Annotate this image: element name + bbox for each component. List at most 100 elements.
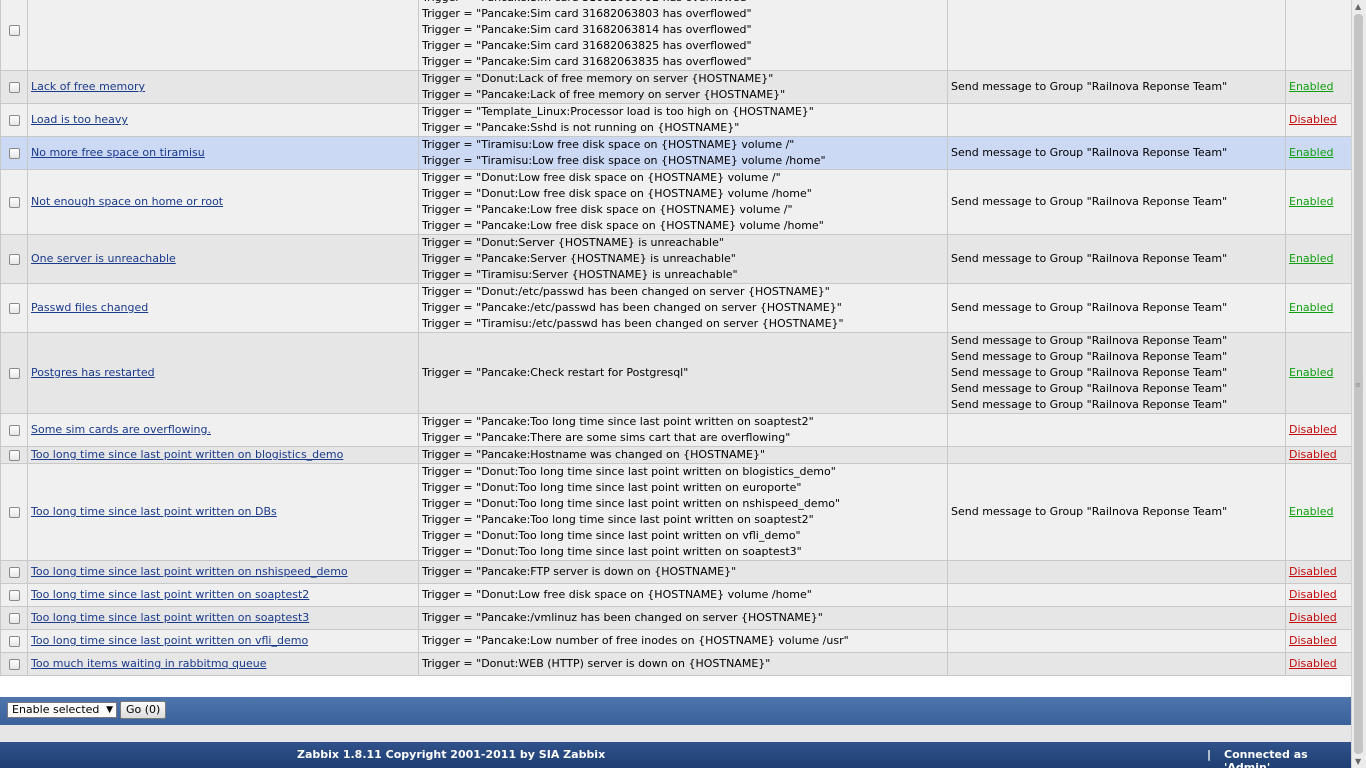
status-disabled-link[interactable]: Disabled — [1289, 634, 1337, 647]
status-disabled-link[interactable]: Disabled — [1289, 448, 1337, 461]
footer-spacer — [0, 725, 1351, 742]
action-name-link[interactable]: Too long time since last point written o… — [31, 634, 308, 647]
row-select-cell — [0, 413, 28, 447]
action-name-cell: One server is unreachable — [27, 234, 419, 284]
operations-cell: Send message to Group "Railnova Reponse … — [947, 234, 1286, 284]
condition-text: Trigger = "Tiramisu:Low free disk space … — [422, 154, 826, 167]
condition-text: Trigger = "Pancake:Too long time since l… — [422, 415, 814, 428]
status-enabled-link[interactable]: Enabled — [1289, 366, 1333, 379]
status-enabled-link[interactable]: Enabled — [1289, 80, 1333, 93]
vertical-scrollbar[interactable]: ▲ ≡ ▼ — [1351, 0, 1366, 768]
status-disabled-link[interactable]: Disabled — [1289, 423, 1337, 436]
operations-cell — [947, 413, 1286, 447]
status-enabled-link[interactable]: Enabled — [1289, 195, 1333, 208]
action-name-cell: Too long time since last point written o… — [27, 560, 419, 584]
status-cell: Enabled — [1285, 169, 1351, 235]
action-name-link[interactable]: Too long time since last point written o… — [31, 505, 277, 518]
row-select-checkbox[interactable] — [8, 24, 20, 36]
action-name-link[interactable]: Some sim cards are overflowing. — [31, 423, 211, 436]
row-select-checkbox[interactable] — [8, 253, 20, 265]
action-name-cell: Passwd files changed — [27, 283, 419, 333]
condition-text: Trigger = "Pancake:There are some sims c… — [422, 431, 791, 444]
row-select-checkbox[interactable] — [8, 635, 20, 647]
row-select-checkbox[interactable] — [8, 612, 20, 624]
row-select-checkbox[interactable] — [8, 566, 20, 578]
row-select-checkbox[interactable] — [8, 114, 20, 126]
status-cell: Enabled — [1285, 136, 1351, 170]
action-row: One server is unreachable Trigger = "Donu… — [0, 234, 1351, 284]
row-select-checkbox[interactable] — [8, 302, 20, 314]
status-enabled-link[interactable]: Enabled — [1289, 301, 1333, 314]
condition-text: Trigger = "Donut:Too long time since las… — [422, 529, 801, 542]
scrollbar-thumb[interactable]: ≡ — [1354, 14, 1363, 754]
row-select-checkbox[interactable] — [8, 589, 20, 601]
action-name-cell: Too much items waiting in rabbitmq queue — [27, 652, 419, 676]
action-name-link[interactable]: Load is too heavy — [31, 113, 128, 126]
condition-text: Trigger = "Donut:/etc/passwd has been ch… — [422, 285, 830, 298]
row-select-checkbox[interactable] — [8, 658, 20, 670]
status-disabled-link[interactable]: Disabled — [1289, 657, 1337, 670]
scroll-down-arrow-icon[interactable]: ▼ — [1355, 757, 1361, 766]
condition-text: Trigger = "Pancake:Sim card 31682063825 … — [422, 39, 752, 52]
row-select-cell — [0, 560, 28, 584]
conditions-cell: Trigger = "Donut:Low free disk space on … — [418, 169, 948, 235]
condition-text: Trigger = "Pancake:Low free disk space o… — [422, 203, 793, 216]
row-select-checkbox[interactable] — [8, 424, 20, 436]
status-cell — [1285, 0, 1351, 71]
row-select-checkbox[interactable] — [8, 506, 20, 518]
row-select-cell — [0, 463, 28, 561]
scroll-up-arrow-icon[interactable]: ▲ — [1355, 2, 1361, 11]
condition-text: Trigger = "Donut:Server {HOSTNAME} is un… — [422, 236, 724, 249]
condition-text: Trigger = "Donut:WEB (HTTP) server is do… — [422, 657, 771, 670]
row-select-cell — [0, 136, 28, 170]
connected-as-text: Connected as 'Admin' — [1224, 748, 1308, 768]
mass-action-select[interactable]: Enable selected ▼ — [7, 702, 117, 718]
action-name-link[interactable]: Too long time since last point written o… — [31, 611, 309, 624]
row-select-cell — [0, 446, 28, 464]
action-name-link[interactable]: Too long time since last point written o… — [31, 588, 309, 601]
condition-text: Trigger = "Pancake:/vmlinuz has been cha… — [422, 611, 823, 624]
row-select-cell — [0, 70, 28, 104]
action-name-link[interactable]: Not enough space on home or root — [31, 195, 223, 208]
operations-cell — [947, 606, 1286, 630]
status-cell: Disabled — [1285, 446, 1351, 464]
mass-action-bar: Enable selected ▼ Go (0) — [0, 697, 1351, 725]
row-select-checkbox[interactable] — [8, 147, 20, 159]
action-name-link[interactable]: One server is unreachable — [31, 252, 176, 265]
action-name-link[interactable]: Too long time since last point written o… — [31, 565, 348, 578]
action-name-link[interactable]: Postgres has restarted — [31, 366, 155, 379]
status-disabled-link[interactable]: Disabled — [1289, 565, 1337, 578]
go-button[interactable]: Go (0) — [120, 701, 167, 719]
condition-text: Trigger = "Template_Linux:Processor load… — [422, 105, 814, 118]
status-enabled-link[interactable]: Enabled — [1289, 146, 1333, 159]
row-select-cell — [0, 629, 28, 653]
status-cell: Enabled — [1285, 234, 1351, 284]
action-name-cell: Postgres has restarted — [27, 332, 419, 414]
operation-text: Send message to Group "Railnova Reponse … — [951, 398, 1228, 411]
action-name-link[interactable]: Too long time since last point written o… — [31, 448, 343, 461]
action-name-link[interactable]: Too much items waiting in rabbitmq queue — [31, 657, 266, 670]
status-disabled-link[interactable]: Disabled — [1289, 611, 1337, 624]
conditions-cell: Trigger = "Template_Linux:Processor load… — [418, 103, 948, 137]
status-enabled-link[interactable]: Enabled — [1289, 252, 1333, 265]
action-row: Not enough space on home or root Trigger … — [0, 169, 1351, 235]
action-name-link[interactable]: Lack of free memory — [31, 80, 145, 93]
row-select-checkbox[interactable] — [8, 449, 20, 461]
action-row: Passwd files changed Trigger = "Donut:/et… — [0, 283, 1351, 333]
row-select-checkbox[interactable] — [8, 367, 20, 379]
status-enabled-link[interactable]: Enabled — [1289, 505, 1333, 518]
action-name-cell: Too long time since last point written o… — [27, 606, 419, 630]
operation-text: Send message to Group "Railnova Reponse … — [951, 80, 1228, 93]
row-select-cell — [0, 652, 28, 676]
action-row: Postgres has restarted Trigger = "Pancake… — [0, 332, 1351, 414]
row-select-checkbox[interactable] — [8, 196, 20, 208]
row-select-checkbox[interactable] — [8, 81, 20, 93]
operation-text: Send message to Group "Railnova Reponse … — [951, 146, 1228, 159]
status-disabled-link[interactable]: Disabled — [1289, 113, 1337, 126]
status-cell: Enabled — [1285, 283, 1351, 333]
status-disabled-link[interactable]: Disabled — [1289, 588, 1337, 601]
action-name-link[interactable]: No more free space on tiramisu — [31, 146, 205, 159]
action-name-link[interactable]: Passwd files changed — [31, 301, 148, 314]
scrollbar-grip-icon: ≡ — [1355, 381, 1361, 389]
operation-text: Send message to Group "Railnova Reponse … — [951, 366, 1228, 379]
